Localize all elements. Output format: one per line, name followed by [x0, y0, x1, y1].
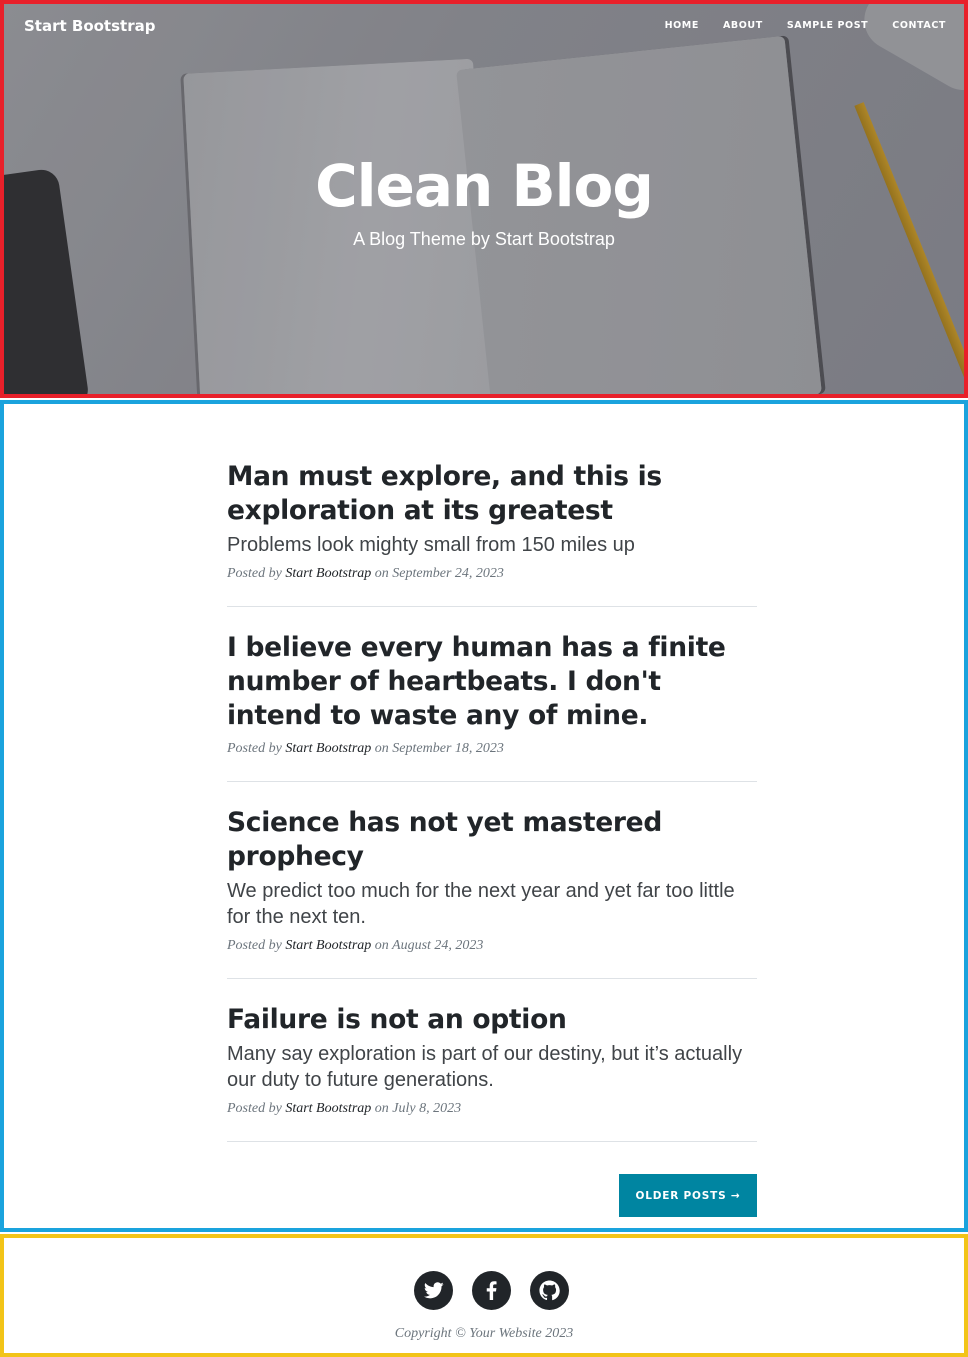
brand-link[interactable]: Start Bootstrap [24, 17, 155, 35]
post-list: Man must explore, and this is exploratio… [227, 460, 757, 1166]
nav-link-contact[interactable]: CONTACT [892, 20, 946, 31]
post-author-link[interactable]: Start Bootstrap [285, 566, 371, 581]
site-title: Clean Blog [315, 152, 654, 220]
main-nav: HOME ABOUT SAMPLE POST CONTACT [665, 20, 946, 31]
post-author-link[interactable]: Start Bootstrap [285, 1101, 371, 1116]
post-subtitle[interactable]: We predict too much for the next year an… [227, 878, 757, 930]
footer: Copyright © Your Website 2023 [0, 1234, 968, 1357]
post-date: on September 18, 2023 [374, 741, 504, 756]
post-subtitle[interactable]: Many say exploration is part of our dest… [227, 1041, 757, 1093]
facebook-icon[interactable] [472, 1271, 511, 1310]
nav-link-about[interactable]: ABOUT [723, 20, 763, 31]
post-subtitle[interactable]: Problems look mighty small from 150 mile… [227, 532, 757, 558]
github-icon[interactable] [530, 1271, 569, 1310]
post-author-link[interactable]: Start Bootstrap [285, 938, 371, 953]
copyright-text: Copyright © Your Website 2023 [394, 1326, 574, 1341]
post-author-link[interactable]: Start Bootstrap [285, 741, 371, 756]
post-meta-prefix: Posted by [227, 938, 282, 953]
post-list-section: Man must explore, and this is exploratio… [0, 400, 968, 1232]
nav-link-sample-post[interactable]: SAMPLE POST [787, 20, 868, 31]
post-title[interactable]: I believe every human has a finite numbe… [227, 631, 757, 733]
post-meta: Posted by Start Bootstrap on September 2… [227, 566, 757, 582]
post-title[interactable]: Failure is not an option [227, 1003, 757, 1037]
masthead: Start Bootstrap HOME ABOUT SAMPLE POST C… [0, 0, 968, 398]
post-title[interactable]: Man must explore, and this is exploratio… [227, 460, 757, 528]
post-title[interactable]: Science has not yet mastered prophecy [227, 806, 757, 874]
post-meta: Posted by Start Bootstrap on September 1… [227, 741, 757, 757]
post-meta: Posted by Start Bootstrap on August 24, … [227, 938, 757, 954]
nav-link-home[interactable]: HOME [665, 20, 699, 31]
post-date: on September 24, 2023 [374, 566, 504, 581]
post-preview[interactable]: Science has not yet mastered prophecy We… [227, 806, 757, 979]
social-links [414, 1271, 569, 1310]
post-preview[interactable]: Man must explore, and this is exploratio… [227, 460, 757, 607]
post-date: on August 24, 2023 [374, 938, 484, 953]
site-subtitle: A Blog Theme by Start Bootstrap [353, 229, 615, 249]
post-date: on July 8, 2023 [374, 1101, 462, 1116]
post-meta-prefix: Posted by [227, 1101, 282, 1116]
post-meta: Posted by Start Bootstrap on July 8, 202… [227, 1101, 757, 1117]
older-posts-button[interactable]: OLDER POSTS → [619, 1174, 757, 1217]
post-preview[interactable]: I believe every human has a finite numbe… [227, 631, 757, 782]
post-meta-prefix: Posted by [227, 566, 282, 581]
post-meta-prefix: Posted by [227, 741, 282, 756]
post-preview[interactable]: Failure is not an option Many say explor… [227, 1003, 757, 1142]
twitter-icon[interactable] [414, 1271, 453, 1310]
